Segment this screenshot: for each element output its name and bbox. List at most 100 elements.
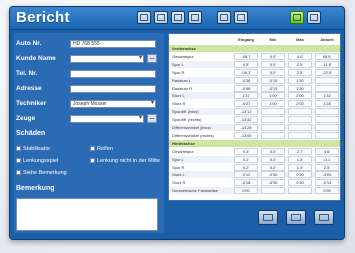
- checkbox-box[interactable]: [90, 158, 95, 164]
- title-bar: Bericht: [10, 7, 344, 30]
- checkbox-box[interactable]: [16, 158, 21, 164]
- copy-button[interactable]: [217, 11, 231, 24]
- table-row: Differenzwinkel (links) -13'28: [169, 124, 340, 131]
- value-cell: -0'27: [234, 100, 258, 108]
- value-cell: 0'30: [288, 171, 312, 179]
- print-icon: [191, 14, 199, 21]
- value-cell: 1'00: [261, 92, 285, 100]
- techniker-select[interactable]: Joseph Mosser: [70, 100, 156, 108]
- printer-button[interactable]: [286, 210, 306, 225]
- header-cell: Min: [269, 37, 277, 42]
- value-cell: 4.6': [315, 147, 339, 155]
- adresse-label: Adresse: [16, 85, 42, 92]
- value-cell: -13'12: [234, 108, 258, 116]
- save-button[interactable]: [171, 11, 185, 24]
- checkbox-label: Reifen: [97, 146, 113, 152]
- checkbox-lenkungsspiel[interactable]: Lenkungsspiel: [16, 157, 58, 165]
- table-row: Differenzwinkel (rechts) -13'05: [169, 131, 340, 139]
- checkbox-label: Lenkungsspiel: [23, 158, 59, 164]
- value-cell: 2.5': [288, 60, 312, 68]
- table-row: Sturz L 1'37 1'00 2'00 1'32: [169, 92, 340, 100]
- report-window: Bericht Auto Nr. HD 768 555 Kunde Name .…: [9, 6, 345, 240]
- customer-form: Auto Nr. HD 768 555 Kunde Name ... Tel. …: [14, 33, 164, 233]
- value-cell: 0.0': [261, 155, 285, 163]
- value-cell: [261, 116, 285, 124]
- value-cell: 1'32: [315, 92, 339, 100]
- value-cell: 0'30: [288, 179, 312, 187]
- kunde-name-select[interactable]: [70, 55, 144, 63]
- value-cell: -0'36: [234, 76, 258, 84]
- value-cell: 2.7': [288, 147, 312, 155]
- table-row: Spur L 0.1' 0.0' 1.3' -0.1': [169, 155, 340, 163]
- value-cell: -13'28: [234, 124, 258, 131]
- value-cell: 1'30: [288, 84, 312, 92]
- value-cell: 0.0': [261, 60, 285, 68]
- checkbox-reifen[interactable]: Reifen: [90, 145, 113, 153]
- value-cell: -11.8': [315, 60, 339, 68]
- value-cell: -0'09: [315, 171, 339, 179]
- row-label: Radsturz L: [172, 77, 192, 83]
- value-cell: -08.3': [234, 68, 258, 76]
- value-cell: [288, 124, 312, 131]
- export-button[interactable]: [234, 11, 248, 24]
- kunde-browse-button[interactable]: ...: [147, 54, 157, 63]
- value-cell: 2.5': [288, 68, 312, 76]
- checkbox-siehe-bemerkung[interactable]: Siehe Bemerkung: [16, 169, 67, 177]
- kunde-name-label: Kunde Name: [16, 55, 56, 62]
- auto-nr-label: Auto Nr.: [16, 40, 42, 47]
- table-row: Gesamtspur -08.7 0.0' 4.0' 08.5': [169, 52, 340, 60]
- zeuge-select[interactable]: [70, 115, 144, 123]
- table-row: Geometrische Fahrtachse 0'00 0'00: [169, 187, 340, 195]
- checkbox-box[interactable]: [16, 146, 21, 152]
- value-cell: -0'48: [234, 84, 258, 92]
- tel-nr-input[interactable]: [70, 70, 156, 78]
- save-icon: [174, 14, 182, 21]
- value-cell: -0'15: [261, 76, 285, 84]
- row-label: Spur R: [172, 164, 185, 170]
- value-cell: [315, 84, 339, 92]
- open-folder-button[interactable]: [154, 11, 168, 24]
- chart-button[interactable]: [290, 11, 304, 24]
- row-label: Geometrische Fahrtachse: [172, 188, 219, 194]
- copy-icon: [220, 14, 228, 21]
- table-row: Sturz R -0'27 1'00 2'00 1'28: [169, 100, 340, 108]
- new-document-button[interactable]: [137, 11, 151, 24]
- value-cell: 1'30: [288, 76, 312, 84]
- tel-nr-label: Tel. Nr.: [16, 70, 38, 77]
- value-cell: 0.3': [234, 147, 258, 155]
- help-button[interactable]: [307, 11, 321, 24]
- header-cell: Max: [296, 37, 304, 42]
- table-row: Spur L 0.5' 0.0' 2.5' -11.8': [169, 60, 340, 68]
- table-row: Radsturz R -0'48 -0'15 1'30: [169, 84, 340, 92]
- close-window-icon: [319, 214, 329, 221]
- checkbox-box[interactable]: [16, 170, 21, 176]
- group-title: Hinterachse: [172, 140, 195, 146]
- row-label: Spurdiff. (links): [172, 109, 199, 115]
- print-button[interactable]: [188, 11, 202, 24]
- table-row: Radsturz L -0'36 -0'15 1'30: [169, 76, 340, 84]
- value-cell: -0'18: [234, 179, 258, 187]
- value-cell: [288, 116, 312, 124]
- close-window-button[interactable]: [314, 210, 334, 225]
- zeuge-browse-button[interactable]: ...: [147, 114, 157, 123]
- schaeden-heading: Schäden: [16, 130, 46, 137]
- checkbox-lenkung-nicht-mitte[interactable]: Lenkung nicht in der Mitte: [90, 157, 160, 165]
- printer-icon: [291, 214, 301, 221]
- checkbox-label: Siehe Bemerkung: [23, 170, 67, 176]
- auto-nr-input[interactable]: HD 768 555: [70, 40, 156, 48]
- print-preview-button[interactable]: [258, 210, 278, 225]
- bemerkung-textarea[interactable]: [16, 198, 158, 231]
- adresse-input[interactable]: [70, 85, 156, 93]
- table-row: Sturz L -0'12 -0'30 0'30 -0'09: [169, 171, 340, 179]
- value-cell: 2'00: [288, 92, 312, 100]
- print-preview-icon: [263, 214, 273, 221]
- chart-icon: [293, 14, 301, 21]
- measurement-table: Eingang Min Max Aktuell Vorderachse Gesam…: [168, 33, 341, 201]
- help-icon: [310, 14, 318, 21]
- table-row: Sturz R -0'18 -0'30 0'30 -0'14: [169, 179, 340, 187]
- checkbox-stabilisator[interactable]: Stabilisator: [16, 145, 50, 153]
- table-row: Spurdiff. (links) -13'12: [169, 108, 340, 116]
- row-label: Sturz L: [172, 93, 185, 99]
- value-cell: [261, 108, 285, 116]
- checkbox-box[interactable]: [90, 146, 95, 152]
